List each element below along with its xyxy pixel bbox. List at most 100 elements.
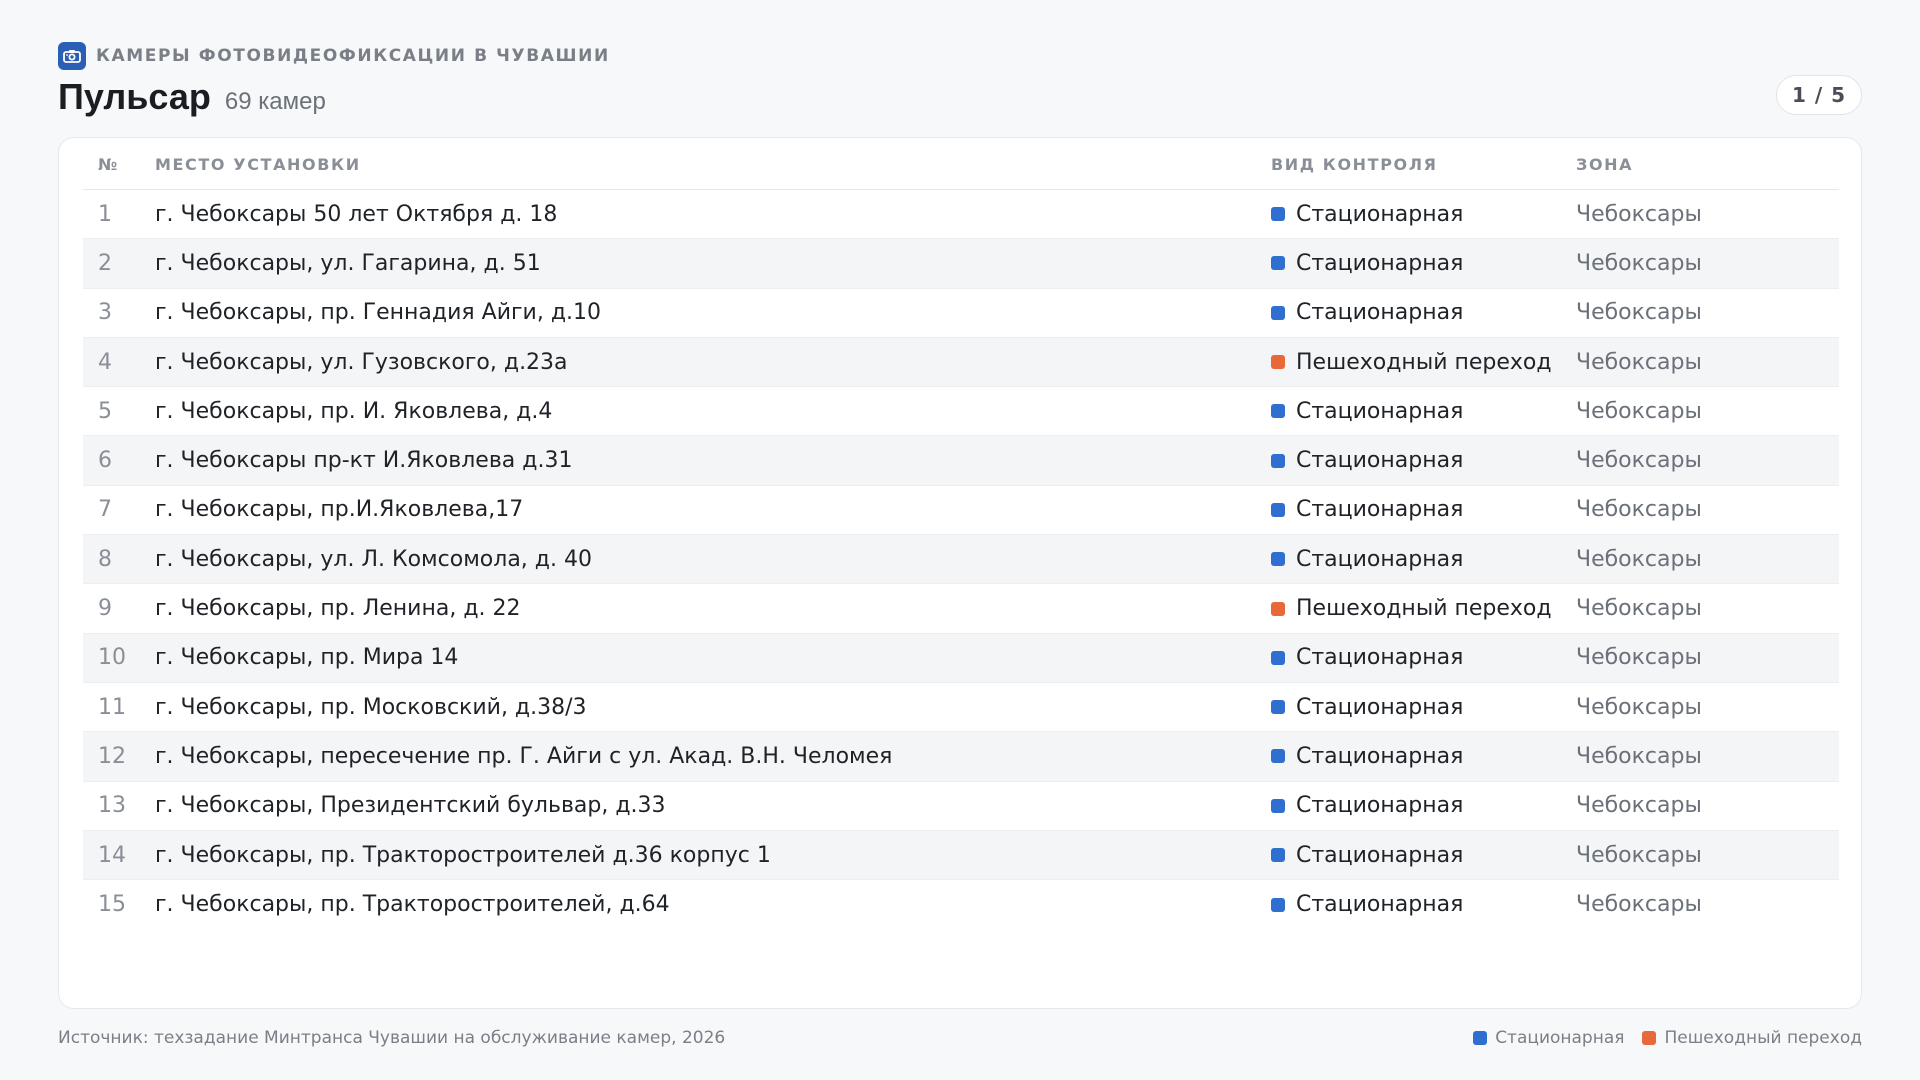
- row-place: г. Чебоксары, ул. Л. Комсомола, д. 40: [155, 546, 592, 572]
- table-row: 8 г. Чебоксары, ул. Л. Комсомола, д. 40 Ст…: [83, 535, 1839, 585]
- control-type-label: Стационарная: [1296, 300, 1464, 326]
- row-zone: Чебоксары: [1576, 793, 1702, 819]
- row-number: 14: [98, 842, 126, 868]
- stationary-marker: [1271, 453, 1285, 468]
- row-control-type: Стационарная: [1271, 744, 1576, 769]
- row-number: 15: [98, 892, 126, 918]
- row-zone: Чебоксары: [1576, 596, 1702, 622]
- control-type-label: Стационарная: [1296, 448, 1464, 474]
- column-header-zone: ЗОНА: [1576, 155, 1634, 174]
- row-number: 3: [98, 300, 112, 326]
- legend-item-stationary: Стационарная: [1473, 1028, 1624, 1048]
- stationary-marker: [1271, 207, 1285, 222]
- row-place: г. Чебоксары, пр. Тракторостроителей, д.…: [155, 892, 670, 918]
- row-number: 9: [98, 596, 112, 622]
- row-control-type: Стационарная: [1271, 399, 1576, 424]
- legend: Стационарная Пешеходный переход: [1473, 1028, 1862, 1048]
- row-number: 12: [98, 743, 126, 769]
- stationary-marker: [1271, 305, 1285, 320]
- stationary-marker: [1271, 502, 1285, 517]
- legend-swatch: [1642, 1031, 1657, 1045]
- control-type-label: Пешеходный переход: [1296, 596, 1552, 622]
- row-zone: Чебоксары: [1576, 201, 1702, 227]
- row-place: г. Чебоксары, пр. Московский, д.38/3: [155, 694, 587, 720]
- row-place: г. Чебоксары, пр.И.Яковлева,17: [155, 497, 524, 523]
- row-place: г. Чебоксары, пр. Мира 14: [155, 645, 459, 671]
- row-place: г. Чебоксары, Президентский бульвар, д.3…: [155, 793, 666, 819]
- legend-item-crossing: Пешеходный переход: [1642, 1028, 1862, 1048]
- table-row: 6 г. Чебоксары пр-кт И.Яковлева д.31 Стаци…: [83, 436, 1839, 486]
- control-type-label: Стационарная: [1296, 645, 1464, 671]
- row-place: г. Чебоксары, пр. Ленина, д. 22: [155, 596, 521, 622]
- table-row: 15 г. Чебоксары, пр. Тракторостроителей, …: [83, 880, 1839, 929]
- page-indicator[interactable]: 1 / 5: [1776, 75, 1862, 115]
- page-header: КАМЕРЫ ФОТОВИДЕОФИКСАЦИИ В ЧУВАШИИ Пульс…: [58, 42, 1862, 122]
- control-type-label: Стационарная: [1296, 793, 1464, 819]
- row-place: г. Чебоксары, ул. Гагарина, д. 51: [155, 250, 541, 276]
- table-header: № МЕСТО УСТАНОВКИ ВИД КОНТРОЛЯ ЗОНА: [83, 138, 1839, 190]
- row-control-type: Стационарная: [1271, 843, 1576, 868]
- row-zone: Чебоксары: [1576, 250, 1702, 276]
- page-title: Пульсар: [58, 76, 211, 117]
- row-number: 4: [98, 349, 112, 375]
- table-body: 1 г. Чебоксары 50 лет Октября д. 18 Стацио…: [83, 190, 1839, 929]
- row-place: г. Чебоксары пр-кт И.Яковлева д.31: [155, 448, 573, 474]
- legend-label: Стационарная: [1495, 1028, 1625, 1048]
- control-type-label: Стационарная: [1296, 842, 1464, 868]
- table-row: 4 г. Чебоксары, ул. Гузовского, д.23а Пеше…: [83, 337, 1839, 388]
- stationary-marker: [1271, 798, 1285, 813]
- row-control-type: Стационарная: [1271, 645, 1576, 670]
- row-place: г. Чебоксары, ул. Гузовского, д.23а: [155, 349, 568, 375]
- stationary-marker: [1271, 256, 1285, 271]
- row-control-type: Пешеходный переход: [1271, 596, 1576, 621]
- table-row: 2 г. Чебоксары, ул. Гагарина, д. 51 Стацио…: [83, 239, 1839, 289]
- row-number: 6: [98, 448, 112, 474]
- row-control-type: Стационарная: [1271, 892, 1576, 917]
- row-zone: Чебоксары: [1576, 546, 1702, 572]
- row-number: 7: [98, 497, 112, 523]
- stationary-marker: [1271, 700, 1285, 715]
- row-zone: Чебоксары: [1576, 743, 1702, 769]
- column-header-type: ВИД КОНТРОЛЯ: [1271, 155, 1438, 174]
- row-zone: Чебоксары: [1576, 300, 1702, 326]
- table-row: 5 г. Чебоксары, пр. И. Яковлева, д.4 Стаци…: [83, 387, 1839, 437]
- column-header-place: МЕСТО УСТАНОВКИ: [155, 155, 361, 174]
- control-type-label: Стационарная: [1296, 546, 1464, 572]
- control-type-label: Стационарная: [1296, 892, 1464, 918]
- legend-label: Пешеходный переход: [1664, 1028, 1862, 1048]
- table-row: 10 г. Чебоксары, пр. Мира 14 Стационарная Ч…: [83, 633, 1839, 683]
- source-note: Источник: техзадание Минтранса Чувашии н…: [58, 1028, 726, 1048]
- row-number: 13: [98, 793, 126, 819]
- row-zone: Чебоксары: [1576, 398, 1702, 424]
- table-row: 1 г. Чебоксары 50 лет Октября д. 18 Стацио…: [83, 190, 1839, 240]
- row-number: 5: [98, 398, 112, 424]
- title-row: Пульсар 69 камер: [58, 76, 326, 118]
- table-row: 12 г. Чебоксары, пересечение пр. Г. Айги …: [83, 732, 1839, 782]
- row-control-type: Стационарная: [1271, 448, 1576, 473]
- stationary-marker: [1271, 848, 1285, 862]
- camera-table: № МЕСТО УСТАНОВКИ ВИД КОНТРОЛЯ ЗОНА 1 г. …: [83, 138, 1839, 929]
- row-place: г. Чебоксары, пересечение пр. Г. Айги с …: [155, 743, 893, 769]
- row-control-type: Стационарная: [1271, 547, 1576, 572]
- table-row: 11 г. Чебоксары, пр. Московский, д.38/3 Ст…: [83, 683, 1839, 733]
- row-number: 11: [98, 694, 126, 720]
- row-place: г. Чебоксары 50 лет Октября д. 18: [155, 201, 558, 227]
- control-type-label: Стационарная: [1296, 250, 1464, 276]
- row-control-type: Стационарная: [1271, 695, 1576, 720]
- stationary-marker: [1271, 749, 1285, 764]
- crossing-marker: [1271, 601, 1285, 616]
- row-number: 10: [98, 645, 126, 671]
- row-number: 1: [98, 201, 112, 227]
- kicker-label: КАМЕРЫ ФОТОВИДЕОФИКСАЦИИ В ЧУВАШИИ: [96, 46, 610, 66]
- table-row: 14 г. Чебоксары, пр. Тракторостроителей д…: [83, 830, 1839, 881]
- row-control-type: Стационарная: [1271, 497, 1576, 522]
- control-type-label: Стационарная: [1296, 743, 1464, 769]
- table-row: 7 г. Чебоксары, пр.И.Яковлева,17 Стационар…: [83, 486, 1839, 536]
- column-header-number: №: [98, 155, 119, 174]
- camera-icon: [58, 42, 86, 70]
- control-type-label: Пешеходный переход: [1296, 349, 1552, 375]
- crossing-marker: [1271, 355, 1285, 370]
- camera-count: 69 камер: [224, 88, 326, 115]
- row-zone: Чебоксары: [1576, 892, 1702, 918]
- row-control-type: Стационарная: [1271, 202, 1576, 227]
